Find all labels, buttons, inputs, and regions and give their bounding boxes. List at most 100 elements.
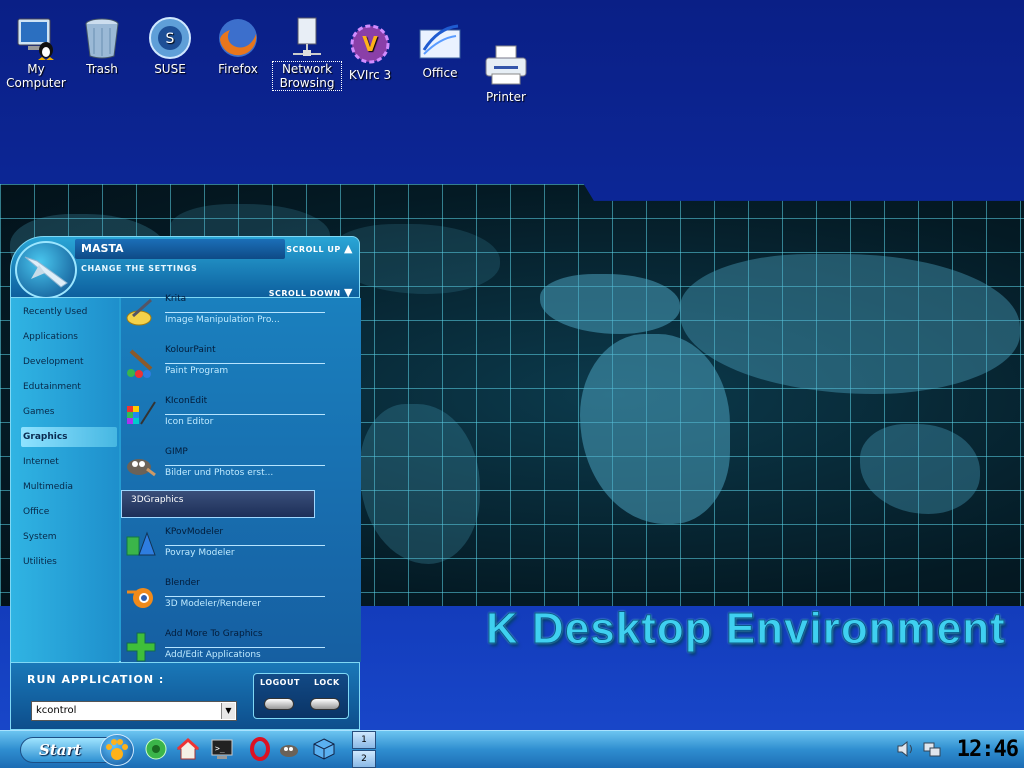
desktop-icon-suse[interactable]: S SUSE [136, 16, 204, 76]
desktop-icon-network-browsing[interactable]: Network Browsing [272, 16, 342, 91]
category-recently-used[interactable]: Recently Used [21, 302, 117, 322]
lock-label: LOCK [314, 678, 340, 687]
user-name: MASTA [81, 242, 124, 255]
app-name: Blender [165, 578, 200, 588]
app-item-krita[interactable]: Krita Image Manipulation Pro... [125, 292, 325, 338]
blender-icon [125, 580, 157, 612]
app-description: Paint Program [165, 363, 325, 376]
app-description: Image Manipulation Pro... [165, 312, 325, 325]
app-description: Add/Edit Applications [165, 647, 325, 660]
app-name: GIMP [165, 447, 188, 457]
scroll-up-button[interactable]: SCROLL UP ▲ [286, 242, 353, 255]
plus-icon [125, 631, 157, 663]
menu-body: Recently Used Applications Development E… [10, 294, 361, 663]
network-status-icon[interactable] [922, 739, 942, 759]
home-icon[interactable] [176, 737, 200, 761]
kolourpaint-icon [125, 347, 157, 379]
printer-icon [484, 44, 528, 88]
change-settings-link[interactable]: CHANGE THE SETTINGS [81, 264, 197, 273]
desktop-icon-trash[interactable]: Trash [68, 16, 136, 76]
taskbar: Start >_ 1 2 12:46 [0, 730, 1024, 768]
app-name: Krita [165, 294, 187, 304]
app-description: Icon Editor [165, 414, 325, 427]
krita-icon [125, 296, 157, 328]
gimp-icon [125, 449, 157, 481]
category-graphics[interactable]: Graphics [21, 427, 117, 447]
lock-button[interactable] [310, 698, 340, 710]
session-controls: LOGOUT LOCK [253, 673, 349, 719]
svg-text:>_: >_ [215, 744, 225, 753]
app-name: KolourPaint [165, 345, 216, 355]
category-edutainment[interactable]: Edutainment [21, 377, 117, 397]
app-item-kiconedit[interactable]: KIconEdit Icon Editor [125, 394, 325, 440]
desktop-icon-label: Firefox [218, 62, 258, 76]
app-item-blender[interactable]: Blender 3D Modeler/Renderer [125, 576, 325, 622]
run-application-input[interactable]: kcontrol ▼ [31, 701, 237, 721]
category-internet[interactable]: Internet [21, 452, 117, 472]
app-description: Bilder und Photos erst... [165, 465, 325, 478]
kiconedit-icon [125, 398, 157, 430]
category-applications[interactable]: Applications [21, 327, 117, 347]
run-application-label: RUN APPLICATION : [27, 673, 165, 686]
app-description: 3D Modeler/Renderer [165, 596, 325, 609]
network-icon [285, 16, 329, 60]
desktop-icon-my-computer[interactable]: My Computer [2, 16, 70, 90]
kde-paw-icon[interactable] [100, 734, 134, 766]
kde-start-menu: MASTA CHANGE THE SETTINGS SCROLL UP ▲ SC… [8, 236, 361, 730]
application-list: Krita Image Manipulation Pro... KolourPa… [121, 294, 361, 663]
suse-icon: S [148, 16, 192, 60]
pager-desktop-1[interactable]: 1 [352, 731, 376, 749]
app-name: KPovModeler [165, 527, 224, 537]
app-item-kolourpaint[interactable]: KolourPaint Paint Program [125, 343, 325, 389]
kvirc-icon: V [348, 22, 392, 66]
terminal-icon[interactable]: >_ [210, 737, 234, 761]
svg-text:S: S [166, 31, 175, 47]
category-utilities[interactable]: Utilities [21, 552, 117, 572]
chevron-down-icon[interactable]: ▼ [221, 703, 235, 719]
run-application-value: kcontrol [36, 705, 77, 716]
menu-header: MASTA CHANGE THE SETTINGS SCROLL UP ▲ SC… [10, 236, 360, 299]
app-description: Povray Modeler [165, 545, 325, 558]
suse-gecko-icon[interactable] [144, 737, 168, 761]
svg-text:V: V [362, 32, 378, 56]
firefox-icon [216, 16, 260, 60]
category-list: Recently Used Applications Development E… [11, 298, 119, 662]
app-name: Add More To Graphics [165, 629, 263, 639]
desktop-icon-label: My Computer [6, 62, 66, 90]
opera-icon[interactable] [248, 737, 272, 761]
desktop-icon-office[interactable]: Office [406, 20, 474, 80]
category-system[interactable]: System [21, 527, 117, 547]
trash-icon [80, 16, 124, 60]
pager-desktop-2[interactable]: 2 [352, 750, 376, 768]
desktop-pager: 1 2 [352, 731, 376, 768]
volume-icon[interactable] [896, 739, 916, 759]
office-icon [418, 20, 462, 64]
desktop-icon-firefox[interactable]: Firefox [204, 16, 272, 76]
desktop-icon-label: SUSE [154, 62, 186, 76]
computer-icon [14, 16, 58, 60]
desktop-icon-label: Office [422, 66, 458, 80]
desktop-icon-label: Network Browsing [272, 61, 342, 91]
clock: 12:46 [956, 737, 1019, 762]
desktop-icon-kvirc[interactable]: V KVIrc 3 [336, 22, 404, 82]
category-multimedia[interactable]: Multimedia [21, 477, 117, 497]
desktop-icon-label: Printer [486, 90, 526, 104]
desktop-icon-label: KVIrc 3 [348, 68, 392, 82]
menu-footer: RUN APPLICATION : kcontrol ▼ LOGOUT LOCK [10, 662, 360, 730]
category-development[interactable]: Development [21, 352, 117, 372]
desktop-icon-label: Trash [86, 62, 118, 76]
submenu-3dgraphics[interactable]: 3DGraphics [121, 490, 315, 518]
category-games[interactable]: Games [21, 402, 117, 422]
app-item-kpovmodeler[interactable]: KPovModeler Povray Modeler [125, 525, 325, 571]
logout-button[interactable] [264, 698, 294, 710]
desktop-icon-printer[interactable]: Printer [472, 44, 540, 104]
app-item-gimp[interactable]: GIMP Bilder und Photos erst... [125, 445, 325, 491]
gimp-taskbar-icon[interactable] [278, 737, 302, 761]
arrow-up-icon: ▲ [344, 242, 353, 255]
cube-icon[interactable] [312, 737, 336, 761]
shark-logo-icon [15, 241, 77, 299]
logout-label: LOGOUT [260, 678, 300, 687]
category-office[interactable]: Office [21, 502, 117, 522]
app-name: KIconEdit [165, 396, 208, 406]
desktop: K Desktop Environment My Computer Trash … [0, 0, 1024, 768]
